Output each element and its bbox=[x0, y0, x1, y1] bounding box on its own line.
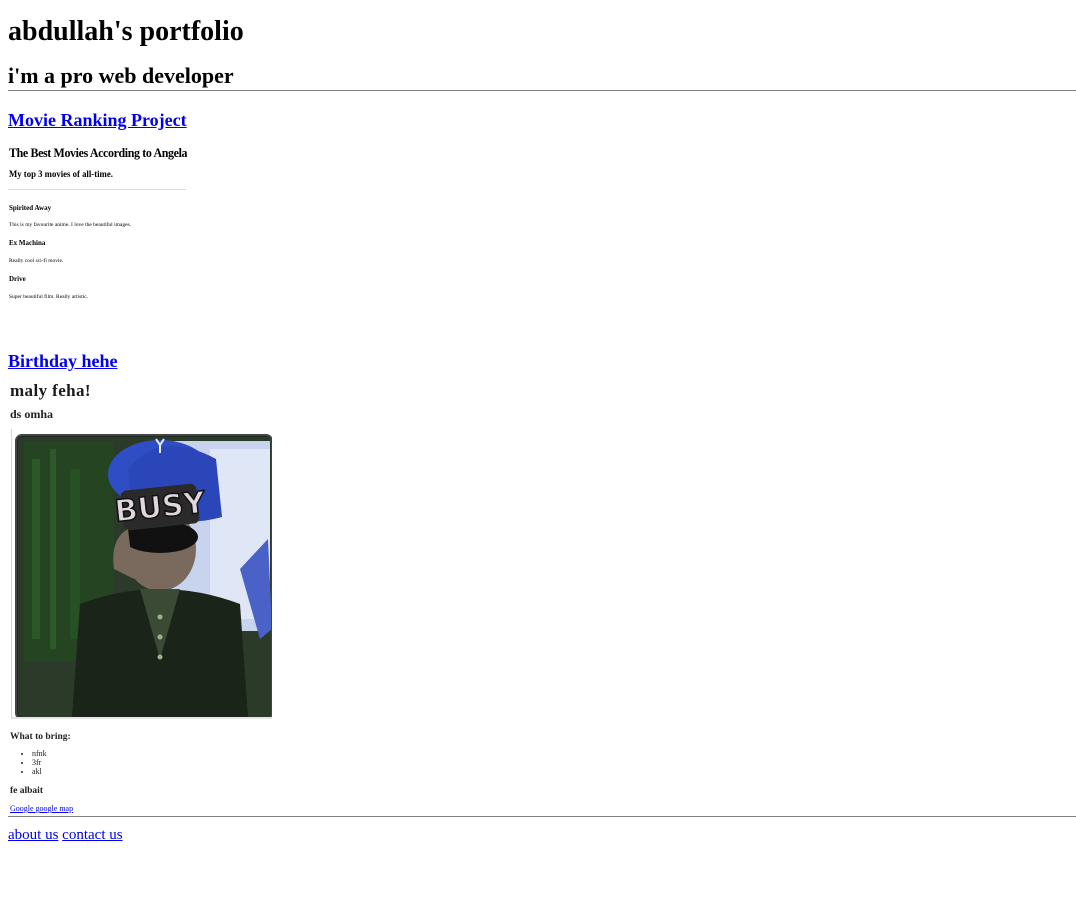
footer: about us contact us bbox=[8, 826, 1068, 844]
movie-2-title: Ex Machina bbox=[9, 239, 46, 247]
page: abdullah's portfolio i'm a pro web devel… bbox=[0, 0, 1076, 844]
birthday-title: maly feha! bbox=[10, 381, 91, 400]
movie-preview-divider bbox=[8, 189, 186, 190]
movie-1-title: Spirited Away bbox=[9, 204, 52, 212]
what-to-bring-list: nfnk 3fr akl bbox=[10, 749, 1068, 776]
movie-3-desc: Super beautiful film. Really artistic. bbox=[9, 294, 89, 300]
birthday-preview[interactable]: maly feha! ds omha BUSY What to bring: •… bbox=[10, 380, 1068, 816]
page-subtitle: i'm a pro web developer bbox=[8, 63, 234, 88]
movie-3-title: Drive bbox=[9, 275, 26, 283]
google-map-link[interactable]: Google google map bbox=[10, 804, 73, 813]
header-divider bbox=[8, 90, 1076, 91]
footer-divider bbox=[8, 816, 1076, 817]
movie-ranking-preview[interactable]: The Best Movies According to Angela My t… bbox=[8, 140, 188, 310]
what-to-bring-title: What to bring: bbox=[10, 732, 71, 742]
contact-us-link[interactable]: contact us bbox=[62, 827, 122, 843]
movie-2-desc: Really cool sci-fi movie. bbox=[9, 258, 64, 264]
list-item: nfnk bbox=[32, 749, 1068, 758]
location-title: fe albait bbox=[10, 786, 43, 796]
about-us-link[interactable]: about us bbox=[8, 827, 58, 843]
movie-preview-subtitle: My top 3 movies of all-time. bbox=[9, 170, 113, 180]
list-item: akl bbox=[32, 767, 1068, 776]
birthday-photo: BUSY bbox=[10, 429, 272, 719]
page-title: abdullah's portfolio bbox=[8, 16, 244, 47]
movie-1-desc: This is my favourite anime. I love the b… bbox=[9, 222, 132, 228]
birthday-link[interactable]: Birthday hehe bbox=[8, 350, 118, 372]
birthday-subtitle: ds omha bbox=[10, 407, 54, 421]
list-item: 3fr bbox=[32, 758, 1068, 767]
movie-preview-title: The Best Movies According to Angela bbox=[9, 145, 188, 160]
busy-cap-photo-icon: BUSY bbox=[10, 429, 272, 719]
movie-ranking-link[interactable]: Movie Ranking Project bbox=[8, 109, 187, 131]
